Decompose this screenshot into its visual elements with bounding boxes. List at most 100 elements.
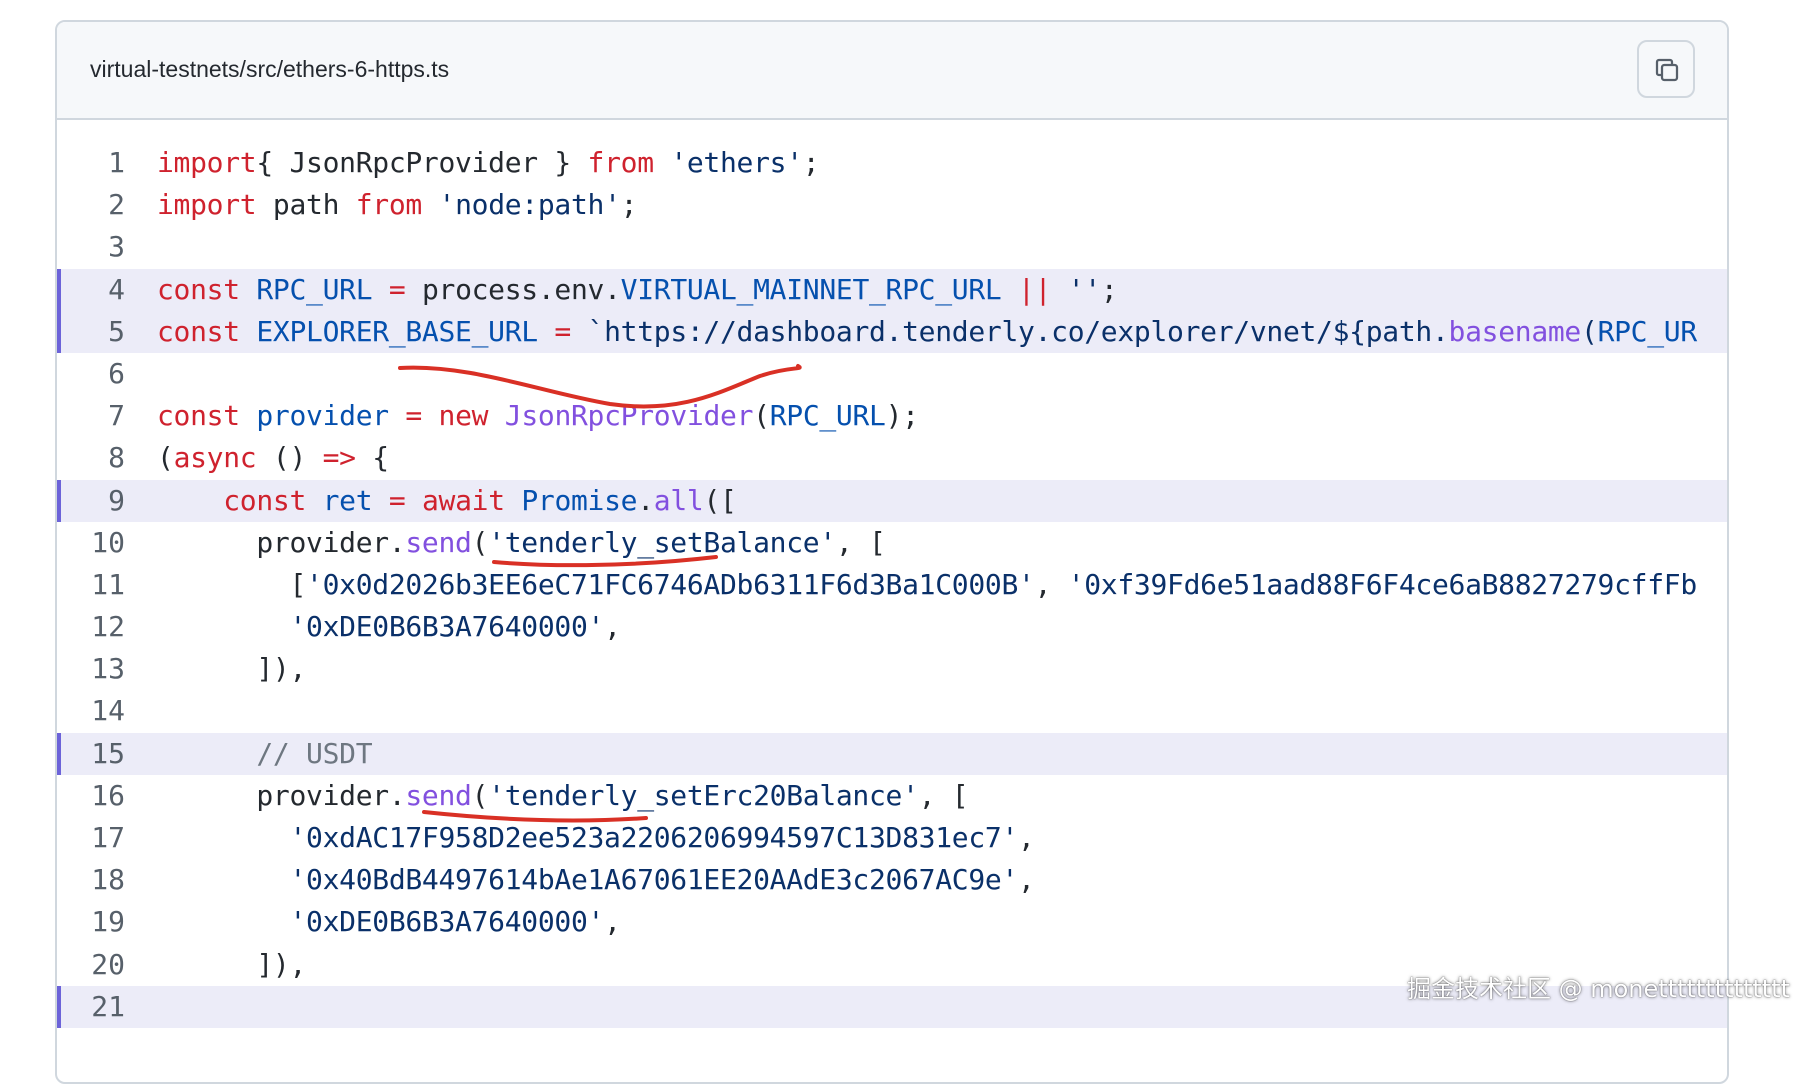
line-number[interactable]: 18 [57,859,125,901]
code-line: 11 ['0x0d2026b3EE6eC71FC6746ADb6311F6d3B… [57,564,1727,606]
code-token: ( [157,441,174,474]
code-token: , [604,905,621,938]
code-token: new [439,399,489,432]
code-token [157,821,289,854]
code-line: 18 '0x40BdB4497614bAe1A67061EE20AAdE3c20… [57,859,1727,901]
code-token: { JsonRpcProvider } [256,146,587,179]
code-token: path [256,188,355,221]
code-token: ( [472,526,489,559]
code-token: ( [472,779,489,812]
code-token [157,737,256,770]
code-token [389,399,406,432]
code-text: // USDT [157,733,372,775]
code-text: import{ JsonRpcProvider } from 'ethers'; [157,142,819,184]
file-path: virtual-testnets/src/ethers-6-https.ts [90,56,449,83]
code-line: 2import path from 'node:path'; [57,184,1727,226]
code-line: 6 [57,353,1727,395]
code-token: || [1018,273,1051,306]
code-line: 14 [57,690,1727,732]
line-number[interactable]: 4 [57,269,125,311]
code-line: 8 (async () => { [57,437,1727,479]
code-token: // USDT [256,737,372,770]
line-number[interactable]: 17 [57,817,125,859]
code-token: from [356,188,422,221]
code-token: send [405,526,471,559]
line-number[interactable]: 8 [57,437,125,479]
code-token: '0x40BdB4497614bAe1A67061EE20AAdE3c2067A… [289,863,1018,896]
line-number[interactable]: 5 [57,311,125,353]
line-number[interactable]: 10 [57,522,125,564]
code-token: ret [323,484,373,517]
code-line: 5 const EXPLORER_BASE_URL = `https://dash… [57,311,1727,353]
code-token: import [157,146,256,179]
line-number[interactable]: 12 [57,606,125,648]
code-line: 16 provider.send('tenderly_setErc20Balan… [57,775,1727,817]
line-number[interactable]: 16 [57,775,125,817]
code-line: 3 [57,226,1727,268]
code-line: 19 '0xDE0B6B3A7640000', [57,901,1727,943]
code-line: 4 const RPC_URL = process.env.VIRTUAL_MAI… [57,269,1727,311]
line-number[interactable]: 2 [57,184,125,226]
code-token: const [157,315,240,348]
line-number[interactable]: 9 [57,480,125,522]
file-header: virtual-testnets/src/ethers-6-https.ts [57,22,1727,120]
code-token: = [389,484,406,517]
code-token [157,905,289,938]
code-token: provider. [157,779,405,812]
code-token: () [256,441,322,474]
line-number[interactable]: 11 [57,564,125,606]
code-token [538,315,555,348]
code-text: const ret = await Promise.all([ [157,480,737,522]
code-token: 'tenderly_setErc20Balance' [488,779,919,812]
line-number[interactable]: 19 [57,901,125,943]
code-token: ; [1101,273,1118,306]
code-token: async [174,441,257,474]
code-token: '' [1068,273,1101,306]
code-token: ; [621,188,638,221]
code-token: RPC_URL [256,273,372,306]
line-number[interactable]: 7 [57,395,125,437]
line-number[interactable]: 21 [57,986,125,1028]
code-text: '0x40BdB4497614bAe1A67061EE20AAdE3c2067A… [157,859,1035,901]
code-token: 'tenderly_setBalance' [488,526,836,559]
line-number[interactable]: 6 [57,353,125,395]
code-token: provider [256,399,388,432]
code-token: ( [1581,315,1598,348]
code-token [488,399,505,432]
line-number[interactable]: 15 [57,733,125,775]
code-token: , [1018,821,1035,854]
code-token: RPC_UR [1598,315,1697,348]
code-token [1001,273,1018,306]
code-token: ([ [703,484,736,517]
line-number[interactable]: 3 [57,226,125,268]
line-number[interactable]: 20 [57,944,125,986]
copy-button[interactable] [1637,40,1695,98]
code-token: `https://dashboard.tenderly.co/explorer/… [588,315,1449,348]
code-token [157,484,223,517]
code-token: [ [157,568,306,601]
code-token [157,610,289,643]
code-line: 15 // USDT [57,733,1727,775]
line-number[interactable]: 13 [57,648,125,690]
code-token [240,399,257,432]
copy-icon [1652,55,1682,85]
code-text: (async () => { [157,437,389,479]
code-text: provider.send('tenderly_setErc20Balance'… [157,775,968,817]
line-number[interactable]: 14 [57,690,125,732]
code-token: all [654,484,704,517]
code-token [654,146,671,179]
code-text: const EXPLORER_BASE_URL = `https://dashb… [157,311,1697,353]
code-token: const [223,484,306,517]
code-token: EXPLORER_BASE_URL [256,315,537,348]
code-token: 'node:path' [439,188,621,221]
code-token [240,273,257,306]
code-text: const provider = new JsonRpcProvider(RPC… [157,395,919,437]
code-token [1051,273,1068,306]
line-number[interactable]: 1 [57,142,125,184]
code-token [505,484,522,517]
code-token [372,484,389,517]
code-token: '0xdAC17F958D2ee523a2206206994597C13D831… [289,821,1018,854]
code-token: = [389,273,406,306]
code-text: const RPC_URL = process.env.VIRTUAL_MAIN… [157,269,1117,311]
code-token: , [ [836,526,886,559]
